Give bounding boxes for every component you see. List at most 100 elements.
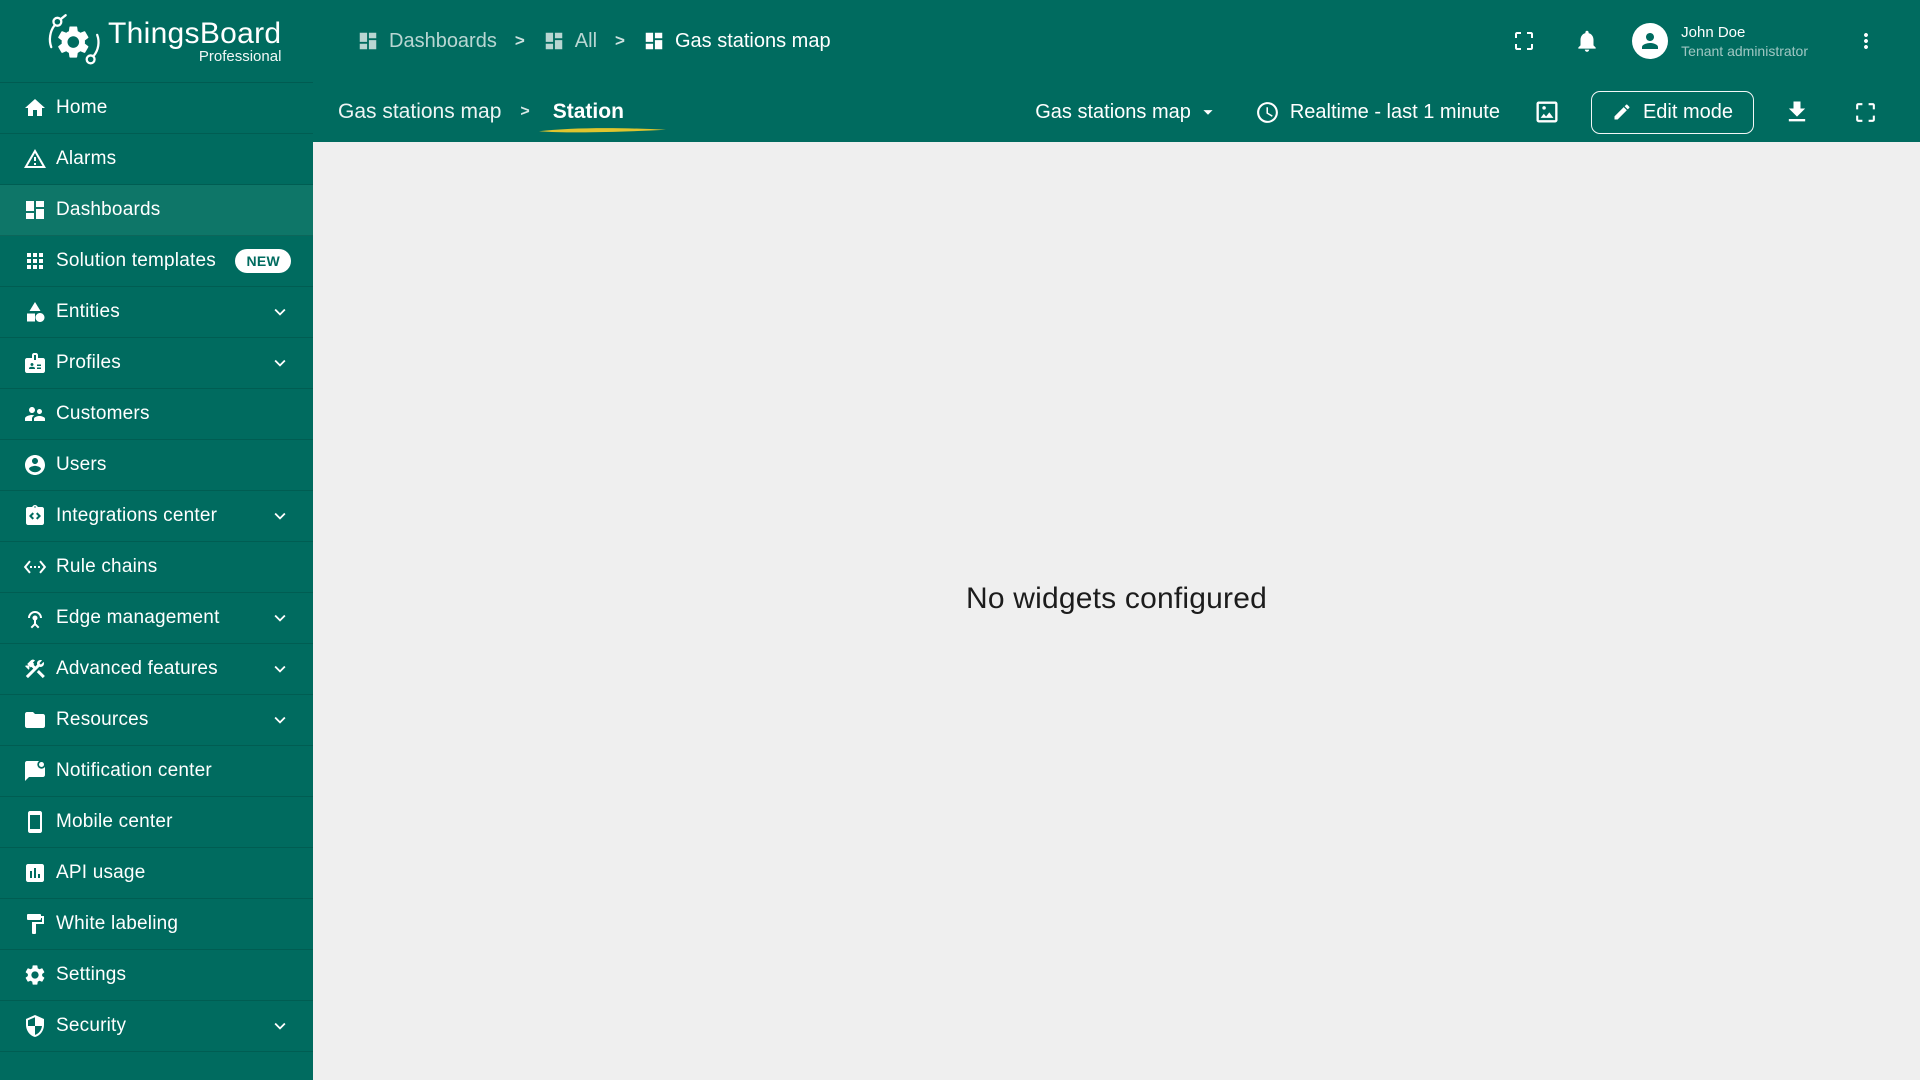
thingsboard-gear-logo-icon	[48, 14, 100, 65]
dashboards-icon	[26, 201, 44, 219]
breadcrumb-item-gas-stations-map[interactable]: Gas stations map	[643, 30, 831, 53]
sidebar-item-label: Edge management	[56, 607, 220, 628]
dashboard-select[interactable]: Gas stations map	[1035, 101, 1219, 124]
notifications-bell-icon[interactable]	[1574, 28, 1600, 54]
sidebar-item-rule-chains[interactable]: Rule chains	[0, 542, 313, 593]
thingsboard-logo[interactable]: ThingsBoard Professional	[0, 13, 313, 69]
gear-icon	[25, 965, 45, 985]
alarm-warning-icon	[24, 149, 46, 168]
dashboard-breadcrumb: Gas stations map > Station	[338, 100, 666, 133]
sidebar-item-home[interactable]: Home	[0, 83, 313, 134]
sidebar-item-dashboards[interactable]: Dashboards	[0, 185, 313, 236]
sidebar-item-label: Profiles	[56, 352, 121, 373]
timewindow-button[interactable]: Realtime - last 1 minute	[1255, 100, 1500, 125]
apps-grid-icon	[27, 253, 43, 269]
sidebar-item-security[interactable]: Security	[0, 1001, 313, 1052]
dashboard-state-station[interactable]: Station	[538, 100, 666, 133]
sidebar-item-label: Mobile center	[56, 811, 173, 832]
sidebar-item-users[interactable]: Users	[0, 440, 313, 491]
body-row: Home Alarms Dashboards Solution template…	[0, 82, 1920, 1080]
chevron-down-icon	[274, 359, 286, 367]
header-actions: John Doe Tenant administrator	[1512, 23, 1920, 60]
integration-icon	[26, 505, 44, 525]
logo-subtitle: Professional	[198, 47, 282, 65]
fullscreen-icon[interactable]	[1853, 100, 1878, 125]
sidebar-item-label: Settings	[56, 964, 127, 985]
smartphone-icon	[28, 811, 42, 833]
badge-icon	[25, 353, 45, 373]
fullscreen-icon[interactable]	[1512, 29, 1536, 53]
sidebar-item-white-labeling[interactable]: White labeling	[0, 899, 313, 950]
dashboard-canvas: No widgets configured	[313, 142, 1920, 1080]
breadcrumb-item-all[interactable]: All	[543, 30, 597, 53]
breadcrumb-separator: >	[520, 103, 530, 120]
sidebar-item-label: Dashboards	[56, 199, 161, 220]
sidebar-item-label: API usage	[56, 862, 146, 883]
edit-mode-button[interactable]: Edit mode	[1590, 90, 1754, 134]
sidebar-item-label: White labeling	[56, 913, 179, 934]
logo-title: ThingsBoard	[108, 16, 282, 50]
avatar[interactable]	[1632, 23, 1669, 59]
sidebar-item-label: Home	[56, 97, 108, 118]
chevron-down-icon	[274, 308, 286, 316]
sidebar-item-label: Customers	[56, 403, 150, 424]
dashboard-toolbar: Gas stations map > Station Gas stations …	[313, 82, 1920, 142]
sidebar-item-advanced-features[interactable]: Advanced features	[0, 644, 313, 695]
paint-roller-icon	[27, 914, 44, 934]
tools-icon	[25, 659, 45, 679]
chevron-down-icon	[274, 716, 286, 724]
sidebar-item-label: Entities	[56, 301, 120, 322]
breadcrumb-label: All	[574, 29, 598, 52]
breadcrumb-separator: >	[615, 31, 625, 50]
user-circle-icon	[25, 455, 45, 475]
chevron-down-icon	[274, 614, 286, 622]
image-gallery-icon[interactable]	[1533, 98, 1561, 126]
breadcrumb: Dashboards > All > Gas stations map	[357, 30, 1512, 53]
sidebar-item-label: Advanced features	[56, 658, 218, 679]
user-role: Tenant administrator	[1681, 42, 1808, 59]
dashboard-breadcrumb-root[interactable]: Gas stations map	[338, 100, 501, 124]
sidebar-item-api-usage[interactable]: API usage	[0, 848, 313, 899]
customers-people-icon	[25, 407, 45, 421]
more-vert-icon[interactable]	[1854, 29, 1878, 53]
entities-category-icon	[27, 302, 45, 322]
sidebar-item-profiles[interactable]: Profiles	[0, 338, 313, 389]
pencil-icon	[1614, 104, 1630, 120]
user-name: John Doe	[1681, 23, 1746, 41]
rule-chain-icon	[23, 560, 47, 574]
sidebar-item-settings[interactable]: Settings	[0, 950, 313, 1001]
notification-flag-icon	[25, 760, 46, 781]
sidebar-item-label: Alarms	[56, 148, 117, 169]
sidebar-item-resources[interactable]: Resources	[0, 695, 313, 746]
sidebar-item-label: Security	[56, 1015, 127, 1036]
sidebar-item-notification-center[interactable]: Notification center	[0, 746, 313, 797]
sidebar: Home Alarms Dashboards Solution template…	[0, 82, 313, 1080]
edit-mode-label: Edit mode	[1642, 100, 1733, 123]
sidebar-item-label: Solution templates	[56, 250, 216, 271]
sidebar-item-edge-management[interactable]: Edge management	[0, 593, 313, 644]
home-icon	[25, 99, 45, 116]
antenna-icon	[28, 611, 42, 629]
sidebar-item-customers[interactable]: Customers	[0, 389, 313, 440]
top-header-bar: ThingsBoard Professional Dashboards > Al…	[0, 0, 1920, 82]
new-badge: NEW	[235, 249, 291, 273]
sidebar-item-mobile-center[interactable]: Mobile center	[0, 797, 313, 848]
breadcrumb-label: Dashboards	[389, 29, 497, 52]
sidebar-item-alarms[interactable]: Alarms	[0, 134, 313, 185]
dashboard-state-label: Station	[552, 100, 624, 123]
dashboards-icon	[645, 32, 663, 50]
clock-icon	[1256, 101, 1278, 123]
sidebar-item-label: Notification center	[56, 760, 212, 781]
bar-chart-icon	[26, 864, 44, 882]
user-menu[interactable]: John Doe Tenant administrator	[1681, 23, 1808, 60]
chevron-down-icon	[274, 512, 286, 520]
sidebar-item-solution-templates[interactable]: Solution templates NEW	[0, 236, 313, 287]
chevron-down-icon	[274, 665, 286, 673]
content-column: Gas stations map > Station Gas stations …	[313, 82, 1920, 1080]
download-icon[interactable]	[1783, 98, 1811, 126]
dashboard-select-value: Gas stations map	[1035, 100, 1191, 123]
sidebar-item-integrations-center[interactable]: Integrations center	[0, 491, 313, 542]
breadcrumb-item-dashboards[interactable]: Dashboards	[357, 30, 497, 53]
sidebar-item-entities[interactable]: Entities	[0, 287, 313, 338]
sidebar-item-label: Integrations center	[56, 505, 218, 526]
